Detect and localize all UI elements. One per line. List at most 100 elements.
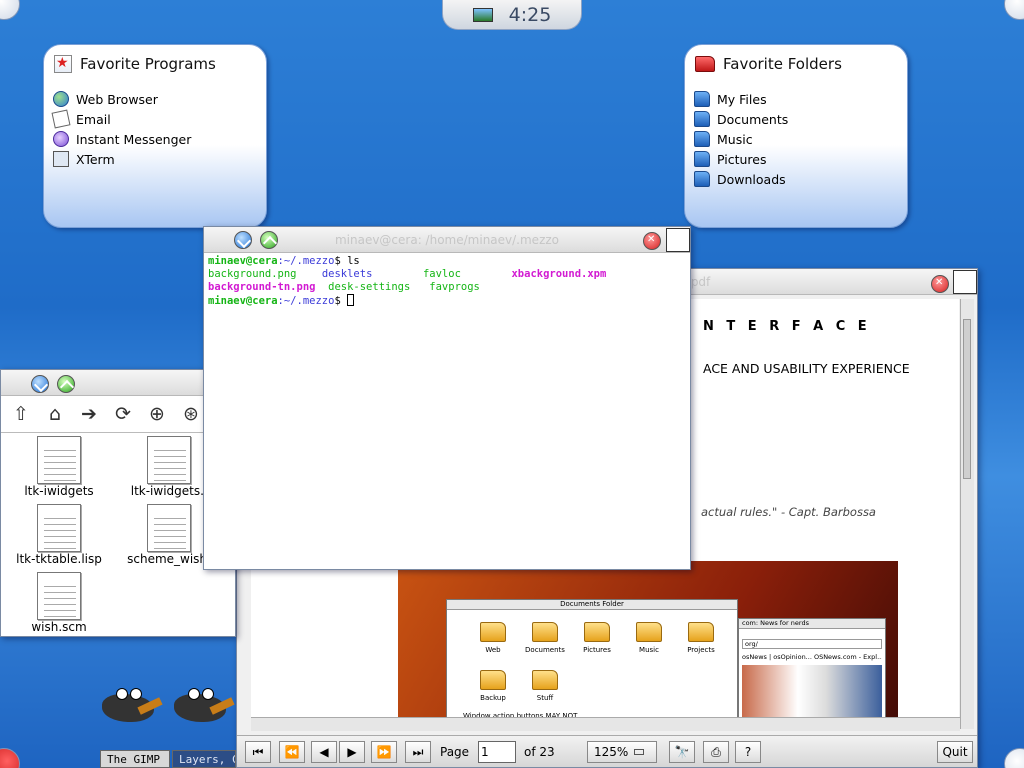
document-icon [147,436,191,484]
quit-button[interactable]: Quit [937,741,973,763]
up-arrow-icon[interactable]: ⇧ [7,400,35,428]
pdf-toolbar: ⏮ ⏪ ◀ ▶ ⏩ ⏭ Page 1 of 23 125% 🔭 ⎙ ? Quit [237,735,977,767]
ls-entry: favloc [422,268,461,280]
file-label: ltk-tktable.lisp [16,552,102,566]
fast-forward-button[interactable]: ⏩ [371,741,397,763]
file-item[interactable]: ltk-iwidgets [9,436,109,498]
terminal-title: minaev@cera: /home/minaev/.mezzo [334,233,560,247]
maximize-button[interactable] [57,375,75,393]
terminal-output[interactable]: minaev@cera:~/.mezzo$ ls background.png … [204,253,690,310]
terminal-cursor [347,294,355,306]
pdf-subheading: ACE AND USABILITY EXPERIENCE [703,361,910,376]
folder-item-my-files[interactable]: My Files [694,89,788,109]
gimp-icon[interactable] [102,688,163,724]
trash-icon[interactable] [1004,748,1024,768]
pdf-horizontal-scrollbar[interactable] [251,717,960,731]
refresh-icon[interactable]: ⟳ [109,400,137,428]
messenger-icon [53,131,69,147]
favorite-programs-title: Favorite Programs [54,55,216,73]
inner-documents-window: Documents Folder Web Documents Pictures … [446,599,738,729]
file-label: wish.scm [31,620,87,634]
last-page-button[interactable]: ⏭ [405,741,431,763]
fav-item-label: XTerm [76,151,115,167]
globe-icon [53,91,69,107]
browser-tabs: osNews | osOpinion... OSNews.com - Expl.… [742,653,882,661]
dropdown-icon [634,749,645,755]
fav-item-label: Instant Messenger [76,131,192,147]
ls-entry: favprogs [429,281,480,293]
zoom-select[interactable]: 125% [587,741,657,763]
top-left-corner-icon[interactable] [0,0,20,20]
prompt-path: :~/.mezzo [277,295,335,307]
screen-icon[interactable] [472,7,493,22]
folder-icon [694,111,710,127]
gimp-icon[interactable] [174,688,235,724]
home-icon[interactable]: ⌂ [41,400,69,428]
file-label: scheme_wish. [127,552,211,566]
terminal-titlebar[interactable]: minaev@cera: /home/minaev/.mezzo [204,227,690,253]
find-button[interactable]: 🔭 [669,741,695,763]
ls-entry: desk-settings [328,281,411,293]
folder-item-pictures[interactable]: Pictures [694,149,788,169]
terminal-resize-handle[interactable] [666,228,690,252]
folder-item-documents[interactable]: Documents [694,109,788,129]
taskbar-item-gimp[interactable]: The GIMP [100,750,170,768]
fav-item-instant-messenger[interactable]: Instant Messenger [53,129,191,149]
scroll-thumb[interactable] [963,319,971,479]
inner-window-titlebar: Documents Folder [447,600,737,610]
favorite-folders-panel: Favorite Folders My Files Documents Musi… [684,44,908,228]
favorite-folders-title: Favorite Folders [695,55,842,73]
folder-item-music[interactable]: Music [694,129,788,149]
ls-entry: background.png [208,268,297,280]
zoom-in-icon[interactable]: ⊕ [143,400,171,428]
prev-page-button[interactable]: ◀ [311,741,337,763]
terminal-command: $ ls [334,255,360,267]
favorite-folders-label: Favorite Folders [723,55,842,73]
document-icon [147,504,191,552]
bottom-left-corner-icon[interactable] [0,748,20,768]
ls-entry: background-tn.png [208,281,316,293]
fav-item-xterm[interactable]: XTerm [53,149,191,169]
fav-item-label: Email [76,111,111,127]
inner-folder-web: Web [473,622,513,654]
minimize-button[interactable] [31,375,49,393]
pdf-close-button[interactable] [931,275,949,293]
page-input[interactable]: 1 [478,741,516,763]
pdf-vertical-scrollbar[interactable] [960,299,974,729]
help-button[interactable]: ? [735,741,761,763]
folder-item-downloads[interactable]: Downloads [694,169,788,189]
ls-entry: desklets [321,268,373,280]
folder-icon [694,91,710,107]
folder-icon [694,131,710,147]
top-right-corner-icon[interactable] [1004,0,1024,20]
fav-item-web-browser[interactable]: Web Browser [53,89,191,109]
zoom-value: 125% [594,745,629,759]
document-icon [37,504,81,552]
file-label: ltk-iwidgets.l [130,484,208,498]
mail-icon [51,109,71,129]
prompt-user: minaev@cera [208,255,278,267]
first-page-button[interactable]: ⏮ [245,741,271,763]
pdf-screenshot-image: Documents Folder Web Documents Pictures … [398,561,898,729]
go-icon[interactable]: ➔ [75,400,103,428]
favorite-programs-label: Favorite Programs [80,55,216,73]
taskbar-item-layers[interactable]: Layers, Ch [172,750,236,768]
folder-icon [694,171,710,187]
print-button[interactable]: ⎙ [703,741,729,763]
file-item[interactable]: wish.scm [9,572,109,634]
fav-item-label: Web Browser [76,91,158,107]
toolbar-divider [1,432,237,433]
file-manager-titlebar[interactable] [1,370,235,396]
zoom-fit-icon[interactable]: ⊛ [177,400,205,428]
file-item[interactable]: ltk-tktable.lisp [9,504,109,566]
rewind-button[interactable]: ⏪ [279,741,305,763]
terminal-close-button[interactable] [643,232,661,250]
inner-folder-documents: Documents [525,622,565,654]
pdf-resize-handle[interactable] [953,270,977,294]
fav-item-email[interactable]: Email [51,109,191,129]
next-page-button[interactable]: ▶ [339,741,365,763]
browser-url: org/ [742,639,882,649]
folder-item-label: Downloads [717,171,786,187]
document-icon [37,572,81,620]
browser-title: com: News for nerds [739,619,885,629]
